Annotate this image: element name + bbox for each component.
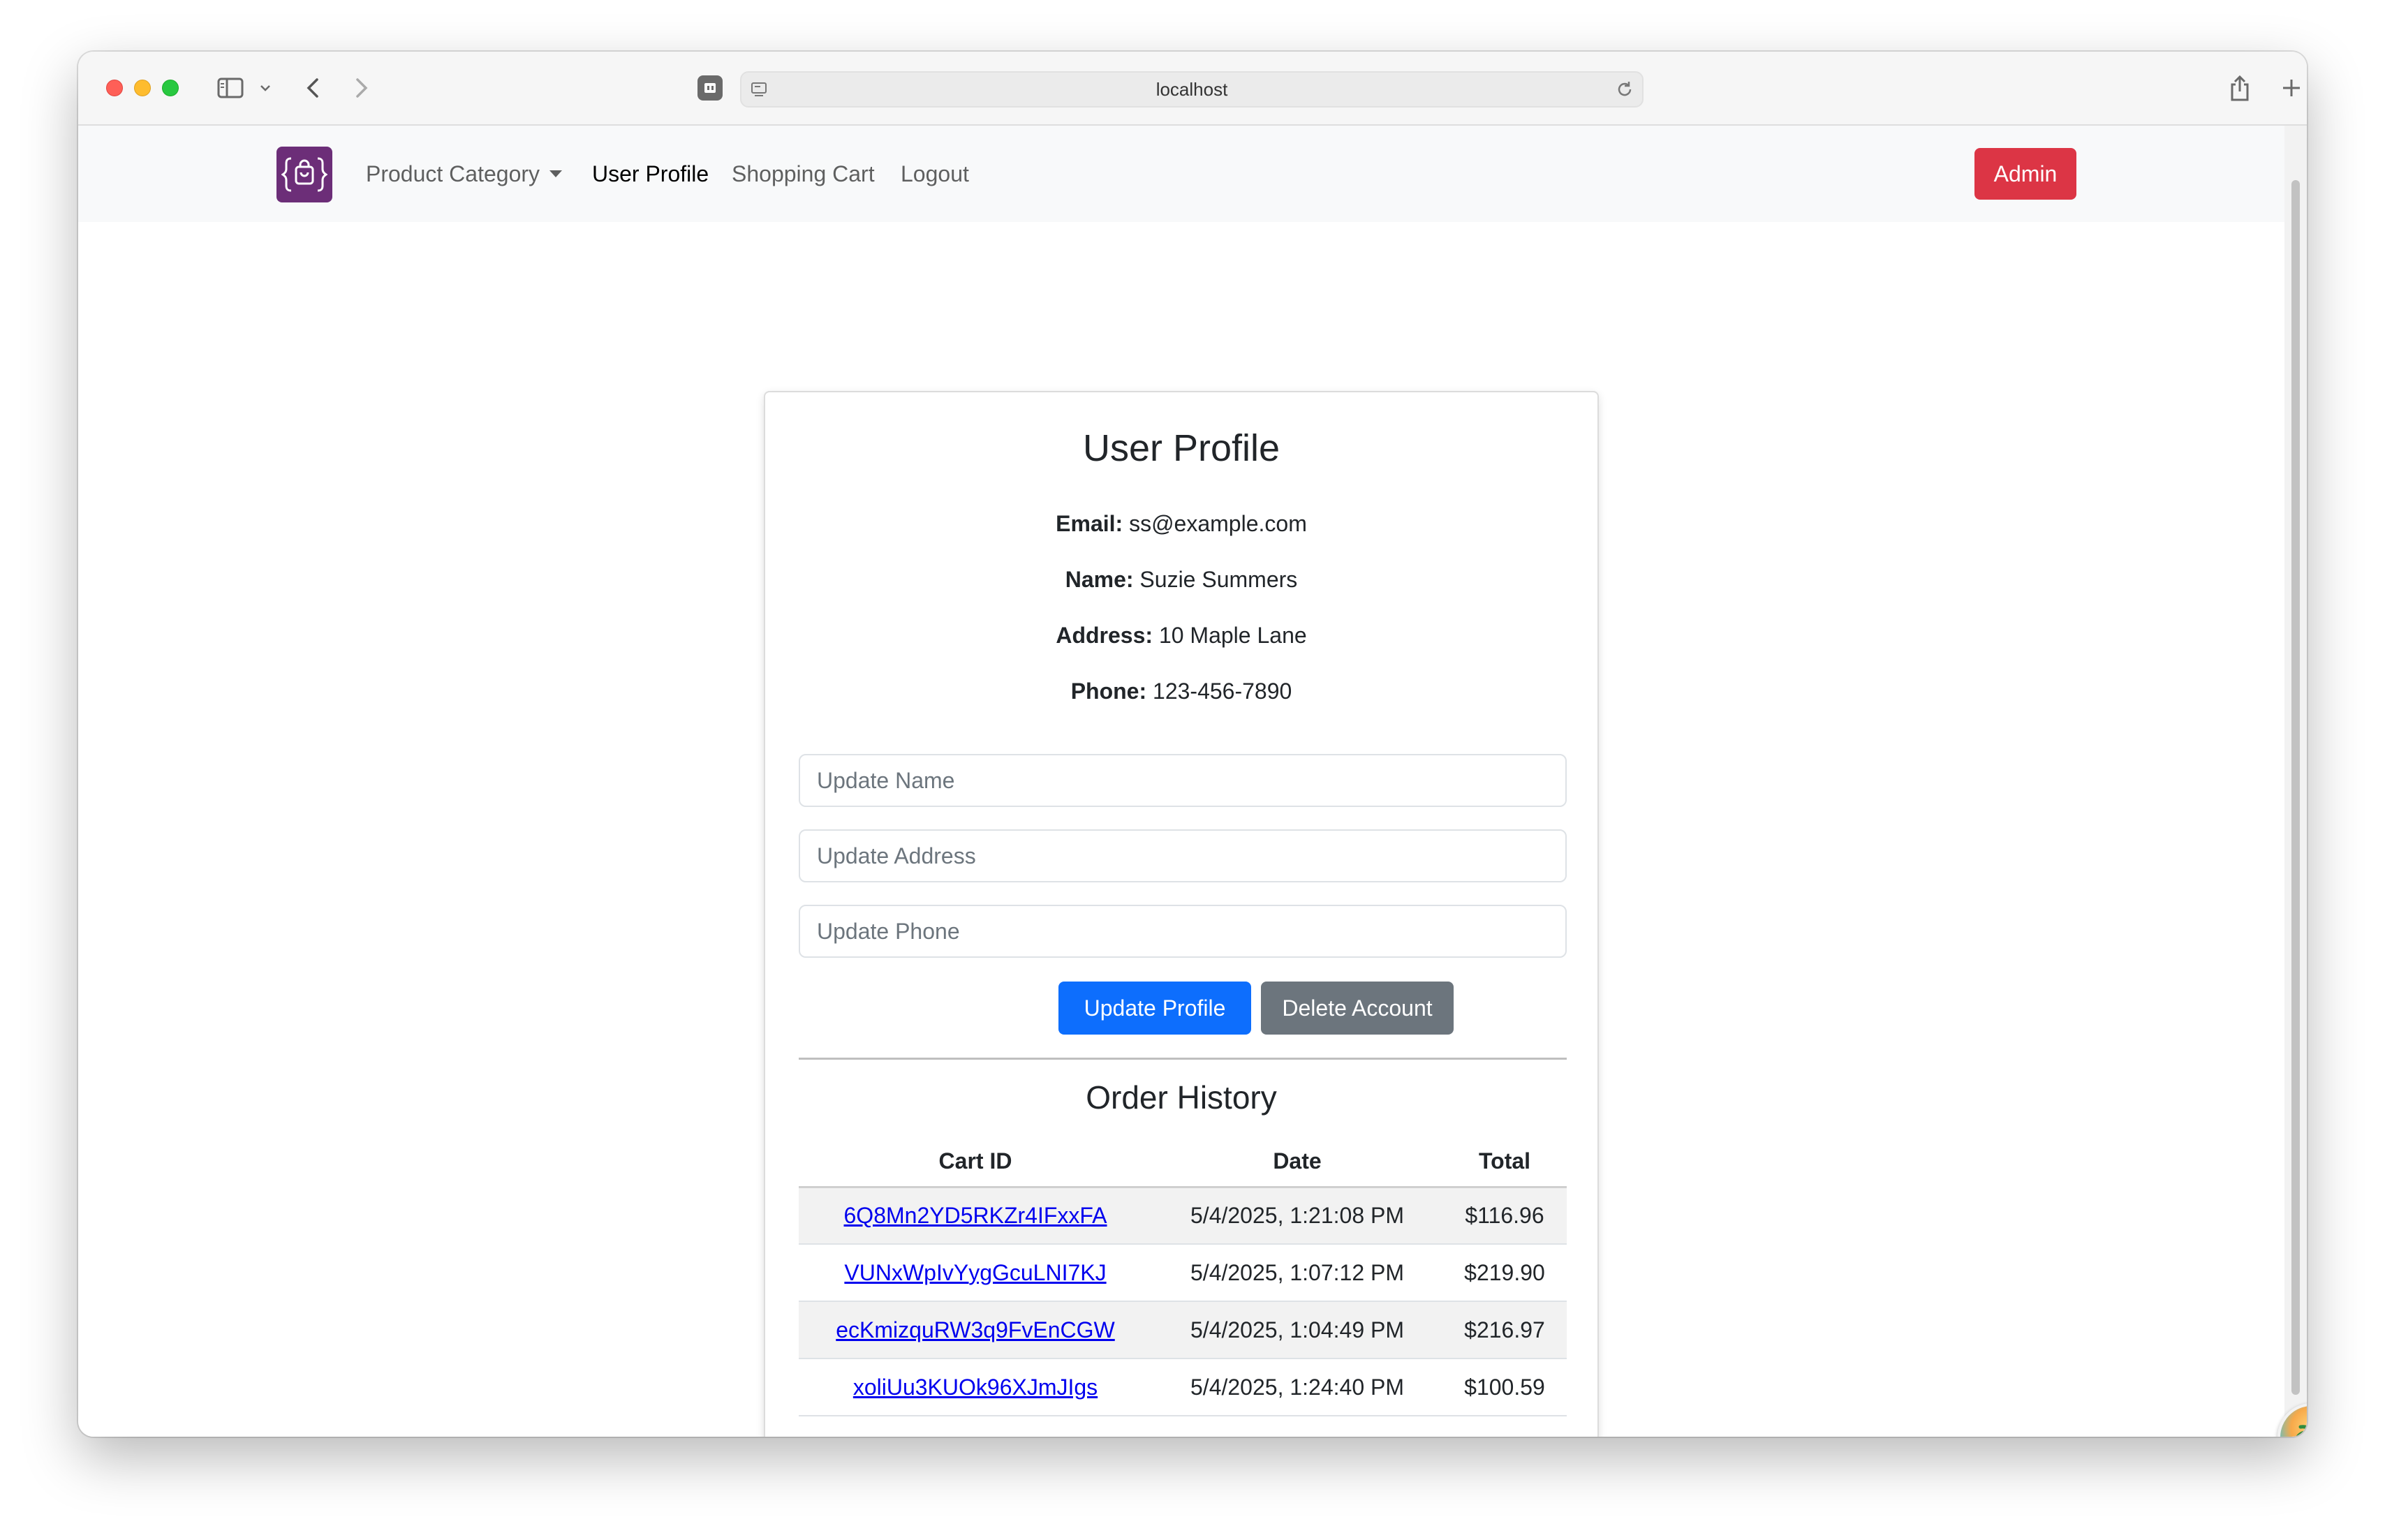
close-window-button[interactable] bbox=[106, 80, 123, 96]
site-navbar: Product Category User Profile Shopping C… bbox=[78, 126, 2284, 222]
header-cart-id: Cart ID bbox=[799, 1137, 1152, 1188]
order-history-title: Order History bbox=[1086, 1079, 1277, 1116]
order-history-table: Cart ID Date Total 6Q8Mn2YD5RKZr4IFxxFA … bbox=[799, 1137, 1567, 1416]
cart-id-cell: xoliUu3KUOk96XJmJIgs bbox=[799, 1358, 1152, 1416]
cart-id-link[interactable]: 6Q8Mn2YD5RKZr4IFxxFA bbox=[844, 1203, 1107, 1228]
update-address-input[interactable] bbox=[799, 829, 1567, 882]
brand-logo[interactable] bbox=[276, 147, 332, 202]
date-cell: 5/4/2025, 1:21:08 PM bbox=[1152, 1187, 1442, 1245]
caret-down-icon bbox=[549, 170, 563, 177]
assistant-avatar-icon[interactable] bbox=[2277, 1403, 2307, 1437]
nav-shopping-cart[interactable]: Shopping Cart bbox=[732, 156, 875, 191]
nav-product-category-label: Product Category bbox=[366, 161, 540, 186]
address-bar[interactable]: localhost bbox=[740, 71, 1644, 108]
extension-icon[interactable] bbox=[695, 71, 725, 105]
table-row: 6Q8Mn2YD5RKZr4IFxxFA 5/4/2025, 1:21:08 P… bbox=[799, 1187, 1567, 1245]
phone-value: 123-456-7890 bbox=[1153, 679, 1292, 704]
header-date: Date bbox=[1152, 1137, 1442, 1188]
header-total: Total bbox=[1442, 1137, 1567, 1188]
name-value: Suzie Summers bbox=[1139, 567, 1298, 592]
chevron-down-icon[interactable] bbox=[257, 71, 274, 105]
cart-id-link[interactable]: xoliUu3KUOk96XJmJIgs bbox=[853, 1375, 1098, 1400]
minimize-window-button[interactable] bbox=[134, 80, 151, 96]
email-label: Email: bbox=[1056, 511, 1123, 536]
web-page: Product Category User Profile Shopping C… bbox=[78, 126, 2284, 1437]
cart-id-link[interactable]: ecKmizquRW3q9FvEnCGW bbox=[836, 1317, 1115, 1342]
total-cell: $216.97 bbox=[1442, 1301, 1567, 1359]
new-tab-plus-icon[interactable] bbox=[2277, 71, 2305, 105]
reload-icon[interactable] bbox=[1614, 75, 1635, 103]
update-name-input[interactable] bbox=[799, 754, 1567, 807]
back-arrow-icon[interactable] bbox=[300, 71, 325, 105]
vertical-scrollbar[interactable] bbox=[2284, 126, 2307, 1437]
forward-arrow-icon[interactable] bbox=[349, 71, 374, 105]
nav-product-category[interactable]: Product Category bbox=[366, 156, 563, 191]
address-line: Address: 10 Maple Lane bbox=[765, 621, 1597, 649]
date-cell: 5/4/2025, 1:04:49 PM bbox=[1152, 1301, 1442, 1359]
zoom-window-button[interactable] bbox=[162, 80, 179, 96]
cart-id-link[interactable]: VUNxWpIvYygGcuLNI7KJ bbox=[844, 1260, 1106, 1285]
name-line: Name: Suzie Summers bbox=[765, 565, 1597, 593]
table-header-row: Cart ID Date Total bbox=[799, 1137, 1567, 1188]
profile-card: User Profile Email: ss@example.com Name:… bbox=[764, 391, 1599, 1437]
date-cell: 5/4/2025, 1:07:12 PM bbox=[1152, 1244, 1442, 1302]
sidebar-toggle-icon[interactable] bbox=[215, 71, 246, 105]
table-row: ecKmizquRW3q9FvEnCGW 5/4/2025, 1:04:49 P… bbox=[799, 1301, 1567, 1359]
email-value: ss@example.com bbox=[1129, 511, 1307, 536]
total-cell: $116.96 bbox=[1442, 1187, 1567, 1245]
total-cell: $100.59 bbox=[1442, 1358, 1567, 1416]
browser-toolbar: localhost bbox=[78, 52, 2307, 126]
address-label: Address: bbox=[1056, 623, 1153, 648]
nav-logout[interactable]: Logout bbox=[901, 156, 969, 191]
email-line: Email: ss@example.com bbox=[765, 510, 1597, 538]
shopping-bag-code-icon bbox=[281, 157, 327, 192]
address-value: 10 Maple Lane bbox=[1158, 623, 1307, 648]
total-cell: $219.90 bbox=[1442, 1244, 1567, 1302]
admin-button[interactable]: Admin bbox=[1974, 148, 2076, 200]
update-profile-button[interactable]: Update Profile bbox=[1058, 982, 1251, 1035]
phone-line: Phone: 123-456-7890 bbox=[765, 677, 1597, 705]
browser-window: localhost Product Category User Profile … bbox=[78, 52, 2307, 1437]
table-row: xoliUu3KUOk96XJmJIgs 5/4/2025, 1:24:40 P… bbox=[799, 1358, 1567, 1416]
delete-account-button[interactable]: Delete Account bbox=[1261, 982, 1454, 1035]
scrollbar-thumb[interactable] bbox=[2291, 180, 2300, 1395]
phone-label: Phone: bbox=[1070, 679, 1147, 704]
cart-id-cell: VUNxWpIvYygGcuLNI7KJ bbox=[799, 1244, 1152, 1302]
section-divider bbox=[799, 1058, 1567, 1060]
page-title: User Profile bbox=[1082, 427, 1280, 469]
cart-id-cell: ecKmizquRW3q9FvEnCGW bbox=[799, 1301, 1152, 1359]
url-text: localhost bbox=[1155, 78, 1228, 100]
table-row: VUNxWpIvYygGcuLNI7KJ 5/4/2025, 1:07:12 P… bbox=[799, 1244, 1567, 1302]
name-label: Name: bbox=[1065, 567, 1134, 592]
date-cell: 5/4/2025, 1:24:40 PM bbox=[1152, 1358, 1442, 1416]
cart-id-cell: 6Q8Mn2YD5RKZr4IFxxFA bbox=[799, 1187, 1152, 1245]
nav-user-profile[interactable]: User Profile bbox=[592, 156, 709, 191]
desktop-background: localhost Product Category User Profile … bbox=[0, 0, 2385, 1540]
share-icon[interactable] bbox=[2226, 71, 2254, 105]
update-phone-input[interactable] bbox=[799, 905, 1567, 958]
